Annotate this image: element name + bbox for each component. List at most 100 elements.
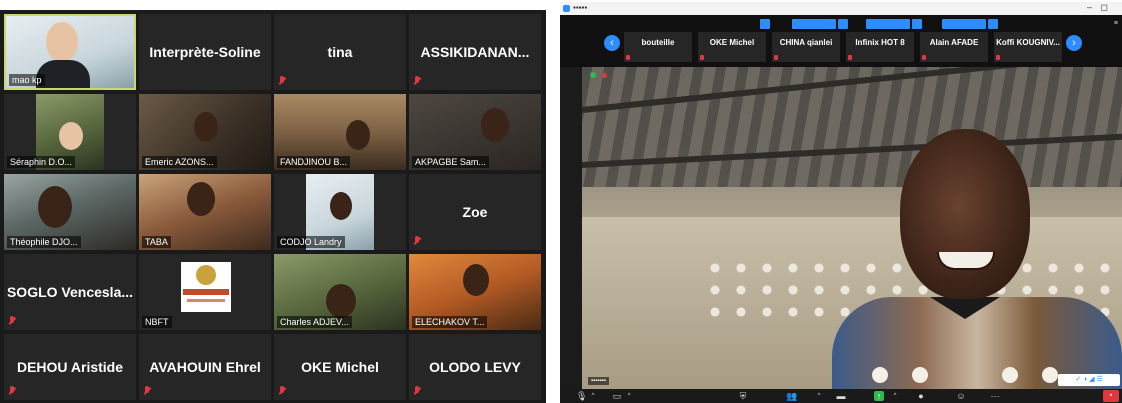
tag-icon <box>838 19 848 29</box>
chevron-up-icon[interactable]: ^ <box>814 391 824 401</box>
tag-icon <box>912 19 922 29</box>
participant-name: Zoe <box>462 204 488 220</box>
tag-icon <box>988 19 998 29</box>
record-icon[interactable]: ● <box>916 391 926 401</box>
participant-tile-olodo-levy[interactable]: OLODO LEVY <box>409 334 541 400</box>
strip-participant-name: bouteille <box>641 38 675 47</box>
flower-decor <box>872 367 888 383</box>
participant-tile-fandjinou[interactable]: FANDJINOU B... <box>274 94 406 170</box>
school-logo <box>181 262 231 312</box>
strip-participant-name: Alain AFADE <box>929 38 979 47</box>
participant-tile-seraphin[interactable]: Séraphin D.O... <box>4 94 136 170</box>
strip-tile-oke-michel[interactable]: OKE Michel <box>698 32 766 62</box>
flower-decor <box>912 367 928 383</box>
recording-indicator <box>590 72 607 78</box>
participant-name-label: CODJO Landry <box>277 236 345 248</box>
participant-tile-emeric[interactable]: Emeric AZONS... <box>139 94 271 170</box>
microphone-icon[interactable]: 🎙 <box>576 391 587 401</box>
participant-name: OLODO LEVY <box>429 359 521 375</box>
participant-tile-avahouin[interactable]: AVAHOUIN Ehrel <box>139 334 271 400</box>
participant-name-label: AKPAGBE Sam... <box>412 156 489 168</box>
participant-tile-dehou[interactable]: DEHOU Aristide <box>4 334 136 400</box>
participant-tile-nbft[interactable]: NBFT <box>139 254 271 330</box>
reactions-icon[interactable]: ☺ <box>956 391 966 401</box>
strip-tile-infinix-hot-8[interactable]: Infinix HOT 8 <box>846 32 914 62</box>
participant-face <box>463 264 489 296</box>
participant-name-label: FANDJINOU B... <box>277 156 351 168</box>
window-title: ▪▪▪▪▪ <box>573 3 588 12</box>
speaker-name-label: ▪▪▪▪▪▪▪ <box>588 377 609 385</box>
participant-tile-akpagbe[interactable]: AKPAGBE Sam... <box>409 94 541 170</box>
participant-name: OKE Michel <box>301 359 379 375</box>
chevron-up-icon[interactable]: ^ <box>890 391 900 401</box>
chevron-up-icon[interactable]: ^ <box>588 391 598 401</box>
strip-tile-bouteille[interactable]: bouteille <box>624 32 692 62</box>
chevron-up-icon[interactable]: ^ <box>624 391 634 401</box>
mic-muted-icon <box>143 386 151 396</box>
strip-tag <box>942 19 986 29</box>
mic-muted-icon <box>413 76 421 86</box>
record-dot-icon <box>602 72 607 78</box>
chevron-right-icon[interactable]: › <box>1066 35 1082 51</box>
strip-tile-koffi-kougniv[interactable]: Koffi KOUGNIV... <box>994 32 1062 62</box>
flower-decor <box>1002 367 1018 383</box>
participant-tile-soglo[interactable]: SOGLO Vencesla... <box>4 254 136 330</box>
mic-muted-icon <box>8 316 16 326</box>
strip-participant-name: Infinix HOT 8 <box>855 38 905 47</box>
video-roof <box>582 67 1122 187</box>
restore-icon[interactable]: ◻ <box>1101 2 1108 13</box>
participant-name-label: TABA <box>142 236 171 248</box>
security-icon[interactable]: ⛨ <box>738 391 748 401</box>
chat-icon[interactable]: ▬ <box>836 391 846 401</box>
seal-icon <box>196 265 216 285</box>
mic-muted-icon <box>278 76 286 86</box>
participant-face <box>346 120 370 150</box>
flower-decor <box>1042 367 1058 383</box>
participant-name: tina <box>327 44 353 60</box>
more-options-icon[interactable]: ⋯ <box>990 391 1000 401</box>
participant-face <box>59 122 83 150</box>
strip-tile-china-qianlei[interactable]: CHINA qianlei <box>772 32 840 62</box>
participant-name: ASSIKIDANAN... <box>420 44 530 60</box>
meeting-toolbar: 🎙 ^ ▭ ^ ⛨ 👥 ^ ▬ ↑ ^ ● ☺ ⋯ ▪ <box>560 389 1122 403</box>
participant-tile-oke-michel[interactable]: OKE Michel <box>274 334 406 400</box>
participant-face <box>187 182 215 216</box>
mic-muted-icon <box>278 386 286 396</box>
participant-name: Interprète-Soline <box>149 44 261 60</box>
participant-name: DEHOU Aristide <box>16 359 124 375</box>
active-speaker-video: ▪▪▪▪▪▪▪ ✓ ◑ ◢ ☰ <box>582 67 1122 389</box>
participant-face <box>38 186 72 228</box>
strip-tile-alain-afade[interactable]: Alain AFADE <box>920 32 988 62</box>
participant-name-label: NBFT <box>142 316 172 328</box>
participant-tile-charles[interactable]: Charles ADJEV... <box>274 254 406 330</box>
minimize-icon[interactable]: – <box>1087 2 1092 12</box>
mic-muted-icon <box>996 55 1000 60</box>
chevron-left-icon[interactable]: ‹ <box>604 35 620 51</box>
security-shield-icon <box>590 72 596 78</box>
speaker-smile <box>937 252 995 270</box>
strip-participant-name: CHINA qianlei <box>779 38 833 47</box>
mic-muted-icon <box>626 55 630 60</box>
participant-tile-zoe[interactable]: Zoe <box>409 174 541 250</box>
strip-menu-icon[interactable]: ≡ <box>1114 20 1118 27</box>
share-screen-icon[interactable]: ↑ <box>874 391 884 401</box>
participant-face <box>481 108 509 142</box>
view-controls-overlay[interactable]: ✓ ◑ ◢ ☰ <box>1058 374 1120 386</box>
participant-tile-codjo-landry[interactable]: CODJO Landry <box>274 174 406 250</box>
participant-tile-mao-kp[interactable]: mao kp <box>4 14 136 90</box>
participant-face <box>46 22 78 62</box>
app-icon <box>563 5 570 12</box>
participant-name-label: Séraphin D.O... <box>7 156 76 168</box>
participants-icon[interactable]: 👥 <box>786 391 797 401</box>
participant-face <box>194 112 218 142</box>
participant-tile-tina[interactable]: tina <box>274 14 406 90</box>
video-camera-icon[interactable]: ▭ <box>612 391 622 401</box>
participant-tile-elechakov[interactable]: ELECHAKOV T... <box>409 254 541 330</box>
participant-tile-theophile[interactable]: Théophile DJO... <box>4 174 136 250</box>
participant-tile-assikidanan[interactable]: ASSIKIDANAN... <box>409 14 541 90</box>
participant-tile-interprete-soline[interactable]: Interprète-Soline <box>139 14 271 90</box>
end-meeting-button[interactable]: ▪ <box>1103 390 1119 402</box>
window-titlebar: ▪▪▪▪▪ – ◻ <box>560 2 1122 15</box>
participant-tile-taba[interactable]: TABA <box>139 174 271 250</box>
strip-tag <box>866 19 910 29</box>
